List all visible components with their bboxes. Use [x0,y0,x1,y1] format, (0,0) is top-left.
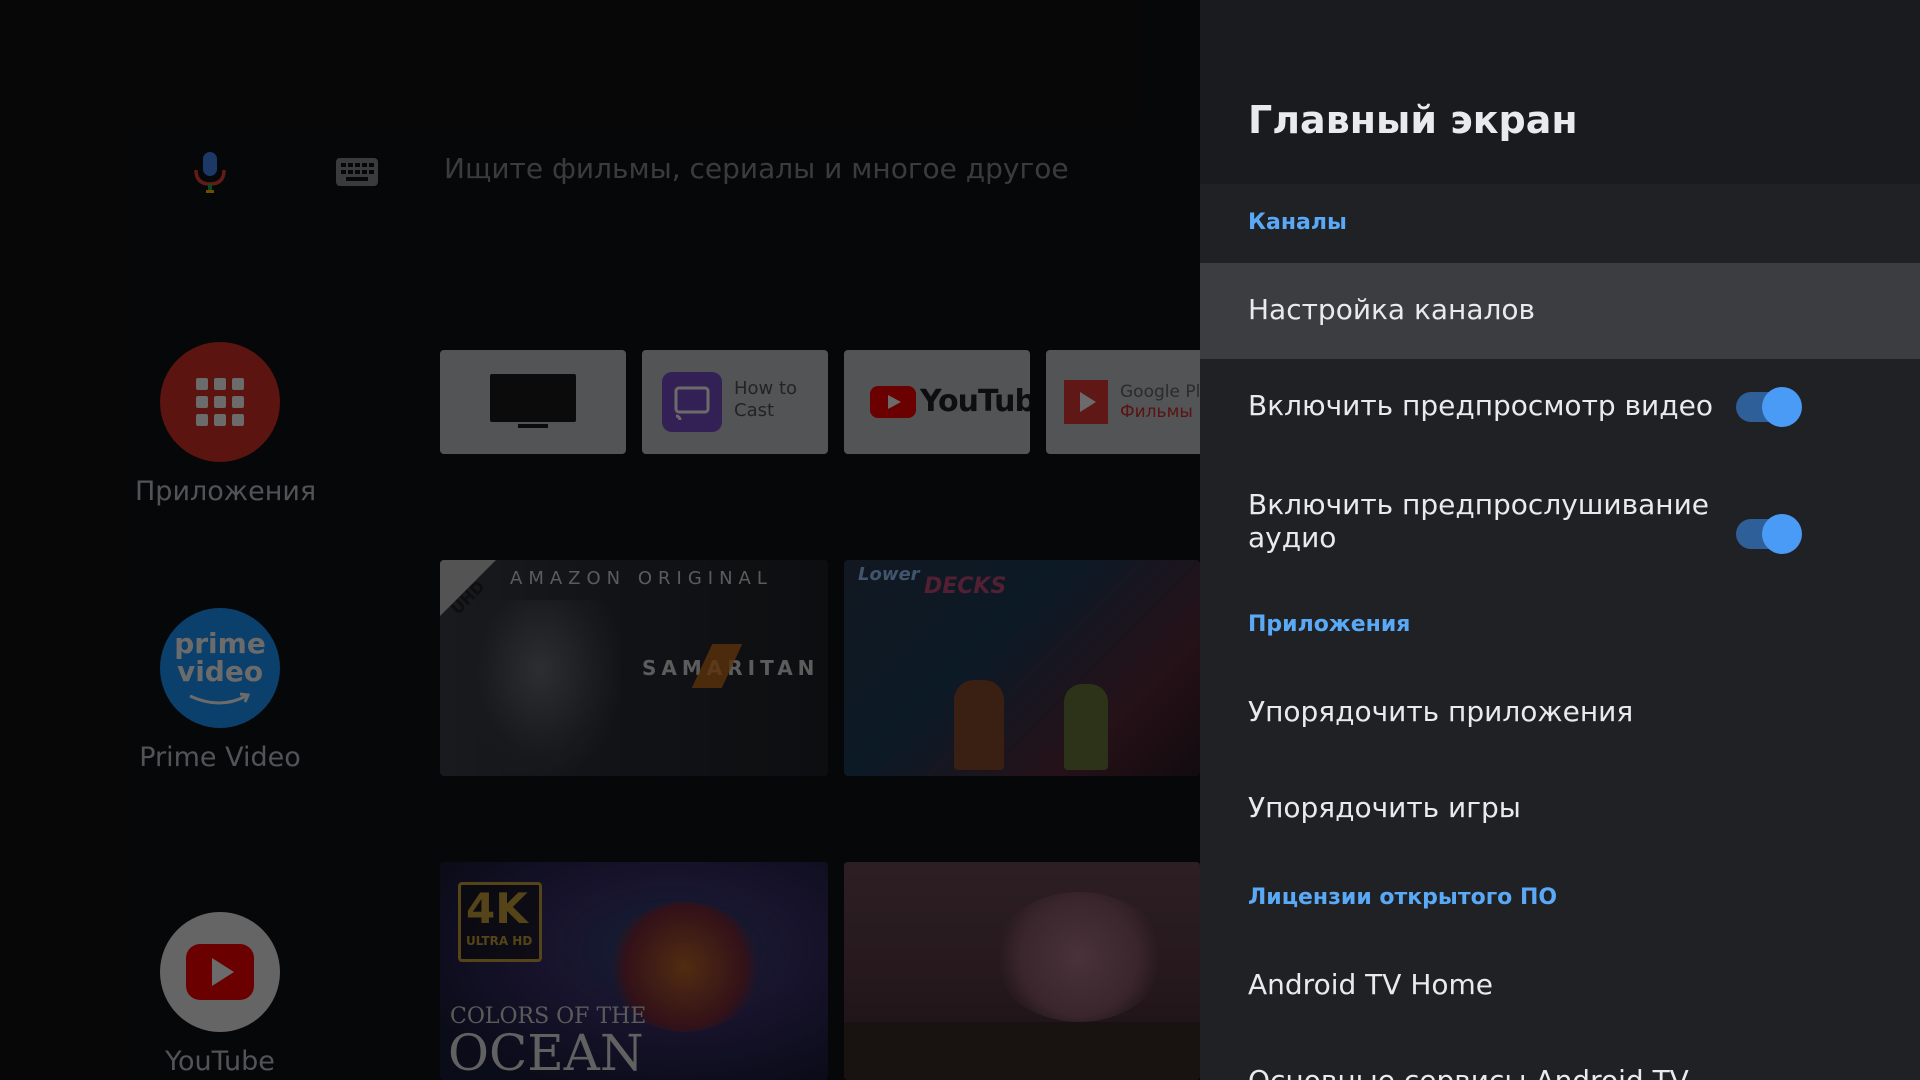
sidebar-app-apps[interactable]: Приложения [135,342,317,507]
favorites-row: How to Cast YouTube Google Pl Фильмы [440,350,1200,454]
menu-item-label: Упорядочить приложения [1248,695,1634,728]
content-tile-colors-of-ocean[interactable]: 4K ULTRA HD COLORS OF THE OCEAN [440,862,828,1080]
ground [844,1022,1200,1080]
audio-preview-toggle[interactable] [1736,514,1802,554]
fav-label-line1: How to [734,378,798,399]
fav-label: How to Cast [734,378,797,422]
settings-header: Главный экран [1200,0,1920,184]
sidebar-app-youtube[interactable]: YouTube [135,912,305,1077]
settings-panel: Главный экран Каналы Настройка каналов В… [1200,0,1920,1080]
fav-label: Google Pl Фильмы [1120,382,1200,422]
character-1 [954,680,1004,770]
menu-item-label: Упорядочить игры [1248,791,1521,824]
tile-title-big: OCEAN [448,1024,644,1080]
content-tile-landscape[interactable] [844,862,1200,1080]
section-licenses: Лицензии открытого ПО [1248,885,1558,910]
menu-item-android-tv-home[interactable]: Android TV Home [1200,938,1920,1034]
menu-item-label: Настройка каналов [1248,293,1536,326]
fav-label-line2: Cast [734,400,775,421]
menu-item-core-services[interactable]: Основные сервисы Android TV [1200,1034,1920,1080]
sidebar-app-prime-video[interactable]: prime video Prime Video [135,608,305,773]
section-apps: Приложения [1248,612,1411,637]
menu-item-audio-preview[interactable]: Включить предпрослушивание аудио [1200,470,1920,590]
menu-item-sort-apps[interactable]: Упорядочить приложения [1200,665,1920,761]
prime-logo-text-2: video [176,655,264,688]
prime-logo-text-1: prime [174,627,266,660]
menu-item-label: Включить предпрослушивание аудио [1248,488,1709,554]
tree-image [994,892,1164,1022]
fav-label-line1: Google Pl [1120,382,1200,402]
ultra-hd-text: ULTRA HD [466,934,533,948]
play-movies-icon [1064,380,1108,424]
fav-how-to-cast[interactable]: How to Cast [642,350,828,454]
tile-title-line2: DECKS [924,574,1007,599]
toggle-knob [1762,514,1802,554]
menu-item-video-preview[interactable]: Включить предпросмотр видео [1200,359,1920,455]
tile-title-line1: Lower [858,564,920,585]
menu-item-label: Включить предпросмотр видео [1248,389,1713,422]
search-input[interactable]: Ищите фильмы, сериалы и многое другое [444,152,1069,185]
smile-arrow-icon [189,692,251,705]
menu-item-label: Android TV Home [1248,968,1493,1001]
sidebar-app-label: YouTube [165,1046,275,1077]
fav-google-play-movies[interactable]: Google Pl Фильмы [1046,350,1200,454]
fav-youtube[interactable]: YouTube [844,350,1030,454]
menu-item-sort-games[interactable]: Упорядочить игры [1200,761,1920,857]
cast-icon [662,372,722,432]
menu-item-channel-setup[interactable]: Настройка каналов [1200,263,1920,359]
sidebar-app-label: Приложения [135,476,317,507]
video-preview-toggle[interactable] [1736,387,1802,427]
tv-icon [490,374,576,428]
prime-video-logo: prime video [160,608,280,728]
toggle-knob [1762,387,1802,427]
youtube-icon [160,912,280,1032]
microphone-icon[interactable] [190,150,230,194]
home-screen: Ищите фильмы, сериалы и многое другое Пр… [0,0,1200,1080]
fav-label: YouTube [920,384,1030,419]
fav-label-line2: Фильмы [1120,402,1193,422]
menu-item-label: Основные сервисы Android TV [1248,1064,1689,1080]
fav-tv-app[interactable] [440,350,626,454]
content-tile-lower-decks[interactable]: Lower DECKS [844,560,1200,776]
content-tile-samaritan[interactable]: UHD AMAZON ORIGINAL SAMARITAN [440,560,828,776]
youtube-logo [870,386,916,418]
hero-figure [460,600,620,776]
keyboard-icon[interactable] [336,158,378,186]
section-channels: Каналы [1248,210,1347,235]
character-2 [1064,684,1108,770]
page-title: Главный экран [1248,98,1578,142]
4k-badge-text: 4K [466,884,528,933]
apps-grid-icon [160,342,280,462]
sidebar-app-label: Prime Video [139,742,301,773]
brand-text: AMAZON ORIGINAL [510,568,773,589]
